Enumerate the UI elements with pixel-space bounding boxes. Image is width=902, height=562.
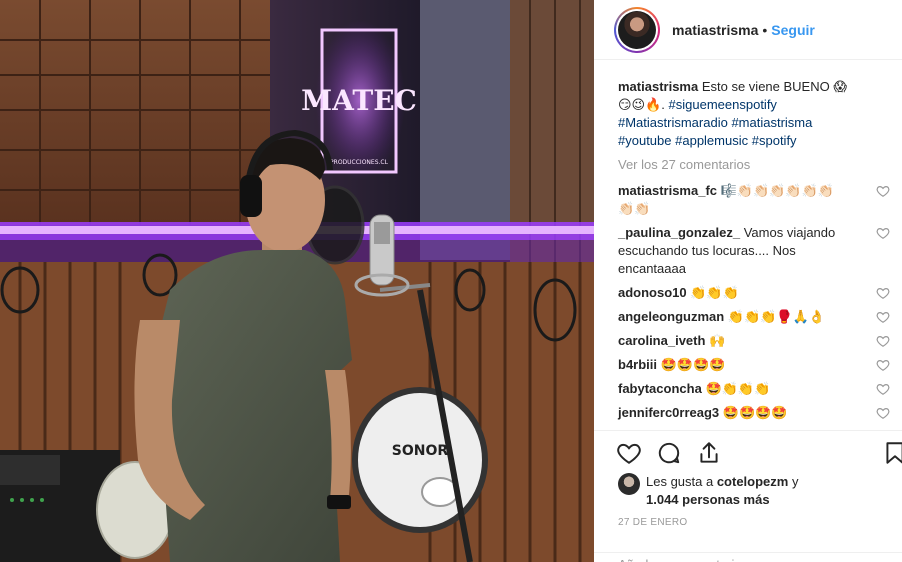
author-avatar-image — [618, 10, 656, 49]
author-avatar[interactable] — [614, 6, 660, 53]
follow-button[interactable]: Seguir — [771, 22, 815, 38]
drum-brand-label: SONOR — [392, 443, 449, 459]
comment-item: fabytaconcha 🤩👏👏👏 — [618, 380, 890, 398]
comment-username[interactable]: matiastrisma_fc — [618, 183, 717, 198]
comment-item: jenniferc0rreag3 🤩🤩🤩🤩 — [618, 404, 890, 422]
hashtag-link[interactable]: #applemusic — [675, 133, 748, 148]
post-side-panel: matiastrisma • Seguir matiastrisma Esto … — [594, 0, 902, 562]
comment-username[interactable]: fabytaconcha — [618, 381, 702, 396]
likes-count[interactable]: 1.044 personas más — [646, 492, 770, 507]
post-date[interactable]: 27 DE ENERO — [618, 517, 687, 528]
caption-username[interactable]: matiastrisma — [618, 79, 698, 94]
comment-username[interactable]: jenniferc0rreag3 — [618, 405, 719, 420]
comment-text: 👏👏👏🥊🙏👌 — [727, 309, 825, 324]
comment-item: angeleonguzman 👏👏👏🥊🙏👌 — [618, 308, 890, 326]
studio-photo-illustration: MATEC PRODUCCIONES.CL SONOR — [0, 0, 594, 562]
comment-username[interactable]: carolina_iveth — [618, 333, 705, 348]
comments-section[interactable]: matiastrisma Esto se viene BUENO 😱😏😉🔥. #… — [594, 78, 902, 438]
comment-item: _paulina_gonzalez_ Vamos viajando escuch… — [618, 224, 890, 278]
liker-username[interactable]: cotelopezm — [717, 474, 789, 489]
comment-item: b4rbiii 🤩🤩🤩🤩 — [618, 356, 890, 374]
comment-icon[interactable] — [656, 440, 682, 466]
share-icon[interactable] — [696, 440, 722, 466]
like-comment-heart-icon[interactable] — [876, 310, 890, 324]
like-comment-heart-icon[interactable] — [876, 286, 890, 300]
post-caption: matiastrisma Esto se viene BUENO 😱😏😉🔥. #… — [618, 78, 848, 150]
comment-username[interactable]: b4rbiii — [618, 357, 657, 372]
add-comment-input[interactable]: Añade un comentario... — [594, 552, 902, 562]
liker-avatar[interactable] — [618, 473, 640, 495]
post-header: matiastrisma • Seguir — [594, 0, 902, 60]
action-bar — [594, 430, 902, 476]
separator-dot: • — [762, 21, 768, 38]
comment-text: 👏👏👏 — [690, 285, 739, 300]
comment-item: matiastrisma_fc 🎼👏🏻👏🏻👏🏻👏🏻👏🏻👏🏻👏🏻👏🏻 — [618, 182, 890, 218]
hashtag-link[interactable]: #matiastrisma — [731, 115, 812, 130]
like-comment-heart-icon[interactable] — [876, 184, 890, 198]
like-comment-heart-icon[interactable] — [876, 406, 890, 420]
likes-connector: y — [788, 474, 799, 489]
comment-text: 🤩🤩🤩🤩 — [722, 405, 788, 420]
bookmark-icon[interactable] — [882, 440, 902, 466]
comment-text: 🙌 — [709, 333, 726, 348]
comment-text: 🤩🤩🤩🤩 — [660, 357, 726, 372]
author-username[interactable]: matiastrisma — [672, 22, 758, 38]
hashtag-link[interactable]: #Matiastrismaradio — [618, 115, 728, 130]
comment-username[interactable]: _paulina_gonzalez_ — [618, 225, 740, 240]
like-comment-heart-icon[interactable] — [876, 334, 890, 348]
hashtag-link[interactable]: #spotify — [752, 133, 797, 148]
comment-item: carolina_iveth 🙌 — [618, 332, 890, 350]
like-comment-heart-icon[interactable] — [876, 382, 890, 396]
neon-sign-text: MATEC — [301, 84, 417, 117]
comment-item: adonoso10 👏👏👏 — [618, 284, 890, 302]
post-photo[interactable]: MATEC PRODUCCIONES.CL SONOR — [0, 0, 594, 562]
comment-username[interactable]: angeleonguzman — [618, 309, 724, 324]
like-comment-heart-icon[interactable] — [876, 226, 890, 240]
hashtag-link[interactable]: #youtube — [618, 133, 672, 148]
comment-username[interactable]: adonoso10 — [618, 285, 687, 300]
view-all-comments-link[interactable]: Ver los 27 comentarios — [618, 156, 888, 174]
likes-summary: Les gusta a cotelopezm y 1.044 personas … — [618, 473, 888, 509]
like-comment-heart-icon[interactable] — [876, 358, 890, 372]
hashtag-link[interactable]: #siguemeenspotify — [669, 97, 777, 112]
likes-prefix: Les gusta a — [646, 474, 717, 489]
comment-text: 🤩👏👏👏 — [705, 381, 771, 396]
neon-sign-subtext: PRODUCCIONES.CL — [330, 159, 389, 166]
heart-icon[interactable] — [616, 440, 642, 466]
